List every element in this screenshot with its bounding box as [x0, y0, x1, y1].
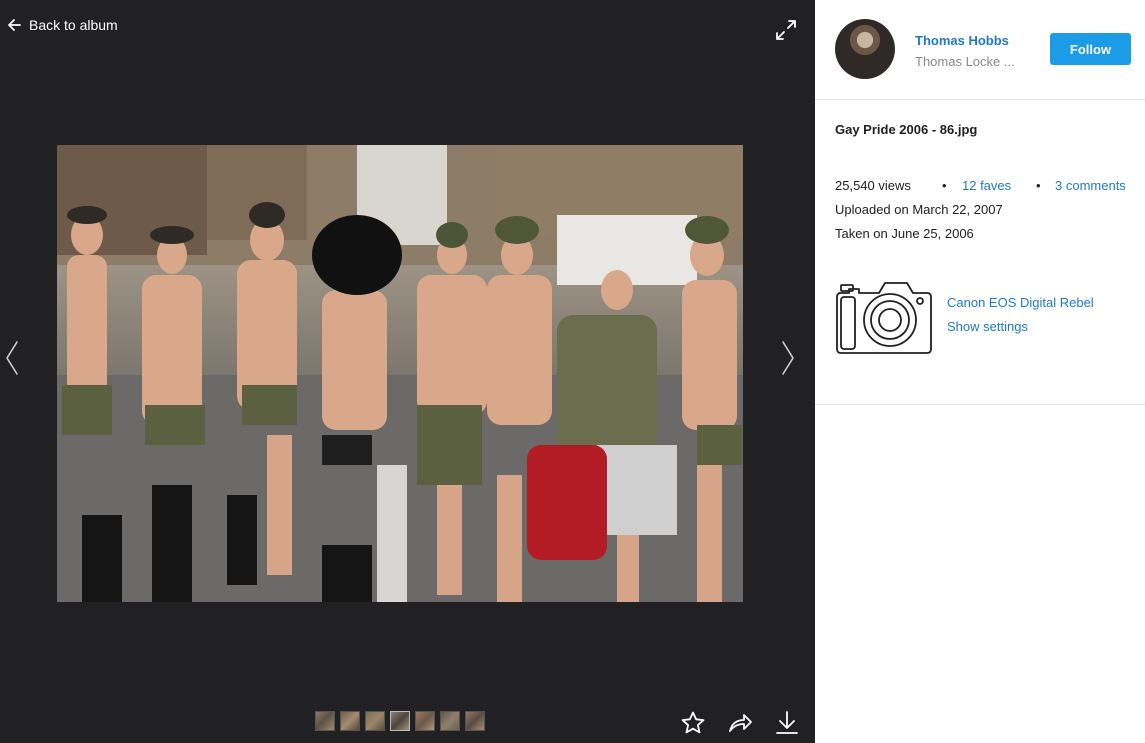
photo-title: Gay Pride 2006 - 86.jpg: [835, 122, 978, 137]
photo-illustration: [57, 145, 743, 602]
thumbnail[interactable]: [415, 711, 435, 731]
upload-date: Uploaded on March 22, 2007: [835, 202, 1003, 217]
owner-real-name: Thomas Locke ...: [915, 54, 1015, 69]
chevron-right-icon[interactable]: [780, 340, 796, 376]
separator-dot: •: [942, 178, 947, 193]
share-icon[interactable]: [727, 710, 753, 736]
thumbnail-current[interactable]: [390, 711, 410, 731]
back-to-album-label: Back to album: [29, 17, 118, 33]
arrow-left-icon: [8, 19, 21, 31]
photo-stats: 25,540 views • 12 faves • 3 comments: [835, 178, 1135, 196]
follow-button[interactable]: Follow: [1050, 33, 1131, 65]
view-count: 25,540 views: [835, 178, 911, 193]
thumbnail[interactable]: [365, 711, 385, 731]
comments-link[interactable]: 3 comments: [1055, 178, 1126, 193]
expand-icon[interactable]: [775, 19, 797, 41]
chevron-left-icon[interactable]: [4, 340, 20, 376]
owner-header: Thomas Hobbs Thomas Locke ... Follow: [815, 0, 1145, 100]
thumbnail[interactable]: [465, 711, 485, 731]
back-to-album-link[interactable]: Back to album: [6, 15, 118, 35]
faves-link[interactable]: 12 faves: [962, 178, 1011, 193]
camera-icon: [836, 282, 932, 354]
photo-actions: [680, 710, 800, 736]
camera-model-link[interactable]: Canon EOS Digital Rebel: [947, 295, 1094, 310]
show-settings-link[interactable]: Show settings: [947, 319, 1028, 334]
main-photo: [57, 145, 743, 602]
owner-name-link[interactable]: Thomas Hobbs: [915, 33, 1009, 48]
thumbnail-strip: [315, 711, 485, 731]
thumbnail[interactable]: [440, 711, 460, 731]
separator-dot: •: [1036, 178, 1041, 193]
avatar[interactable]: [835, 19, 895, 79]
photo-sidebar: Thomas Hobbs Thomas Locke ... Follow Gay…: [815, 0, 1145, 743]
thumbnail[interactable]: [340, 711, 360, 731]
taken-date: Taken on June 25, 2006: [835, 226, 974, 241]
star-icon[interactable]: [680, 710, 706, 736]
thumbnail[interactable]: [315, 711, 335, 731]
download-icon[interactable]: [774, 710, 800, 736]
photo-info: Gay Pride 2006 - 86.jpg 25,540 views • 1…: [815, 101, 1145, 405]
photo-viewer: Back to album: [0, 0, 815, 743]
